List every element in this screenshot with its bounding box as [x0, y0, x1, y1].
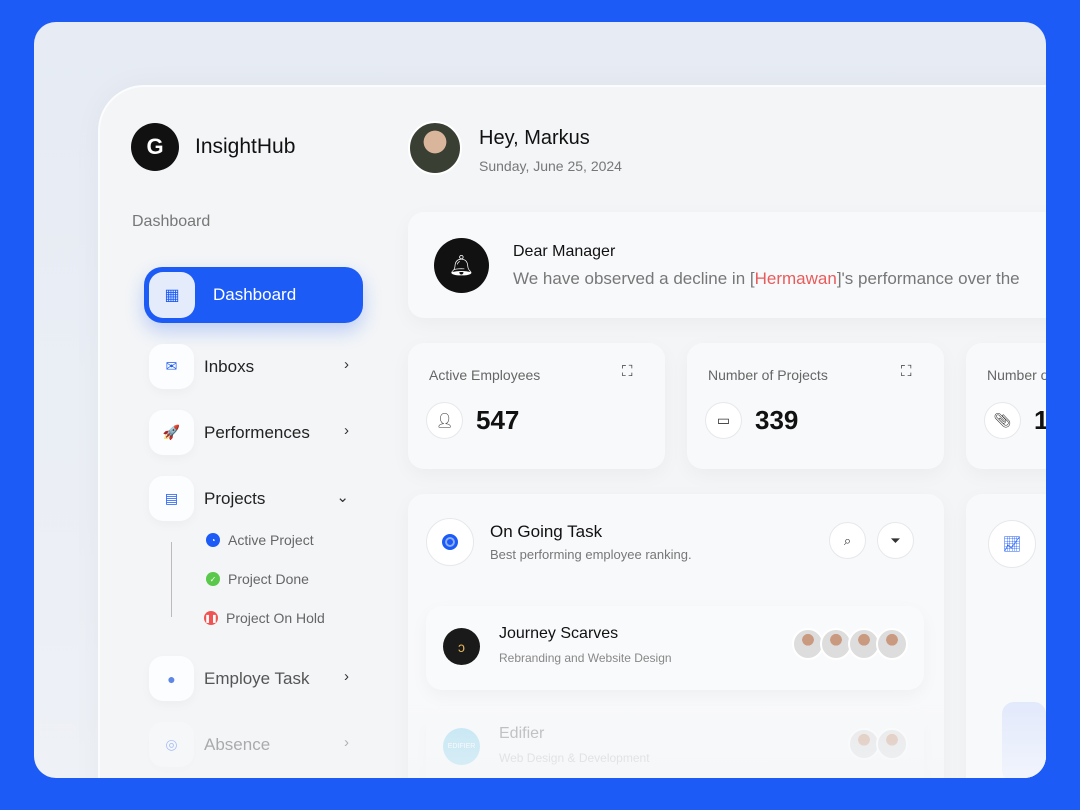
- expand-icon[interactable]: ⛶: [622, 363, 633, 380]
- chevron-right-icon: ›: [344, 356, 349, 373]
- sidebar-item-employe-task[interactable]: ● Employe Task ›: [149, 656, 359, 702]
- stat-card-number-of-projects[interactable]: Number of Projects ⛶ ▭ 339: [687, 343, 944, 469]
- sidebar-item-projects[interactable]: ▤ Projects ⌄: [149, 476, 359, 522]
- sidebar-item-label: Projects: [204, 489, 266, 508]
- chart-bar: [1002, 702, 1046, 778]
- notice-card[interactable]: 🔔︎ Dear Manager We have observed a decli…: [408, 212, 1046, 318]
- user-icon: ●: [149, 656, 194, 701]
- project-name: Edifier: [499, 725, 545, 742]
- sidebar-item-label: Inboxs: [204, 357, 255, 376]
- stat-title: Number o: [987, 367, 1046, 383]
- project-row[interactable]: ↄ Journey Scarves Rebranding and Website…: [426, 606, 924, 690]
- mail-icon: ✉: [149, 344, 194, 389]
- bell-icon: 🔔︎: [434, 238, 489, 293]
- notice-text: We have observed a decline in [: [513, 269, 755, 288]
- stat-card-active-employees[interactable]: Active Employees ⛶ 👤︎ 547: [408, 343, 665, 469]
- app-window: G InsightHub Dashboard ▦ Dashboard ✉ Inb…: [98, 85, 1046, 778]
- chevron-down-icon: ⌄: [336, 489, 349, 506]
- chevron-right-icon: ›: [344, 668, 349, 685]
- user-icon: 👤︎: [426, 402, 463, 439]
- avatar[interactable]: [408, 121, 462, 175]
- ongoing-task-card: On Going Task Best performing employee r…: [408, 494, 944, 778]
- project-icon: ▤: [149, 476, 194, 521]
- stat-value: 1: [1034, 405, 1046, 435]
- dashboard-icon: ▦: [149, 272, 195, 318]
- pause-icon: ❚❚: [204, 611, 218, 625]
- sidebar-item-label: Performences: [204, 423, 310, 442]
- notice-message: We have observed a decline in [Hermawan]…: [513, 269, 1020, 289]
- stat-value: 547: [476, 405, 520, 435]
- project-name: Journey Scarves: [499, 625, 619, 642]
- sidebar-section-label: Dashboard: [132, 213, 211, 230]
- expand-icon[interactable]: ⛶: [901, 363, 912, 380]
- sidebar-item-absence[interactable]: ◎ Absence ›: [149, 722, 359, 768]
- avatar: [876, 628, 908, 660]
- member-avatars: [792, 628, 908, 660]
- sidebar-item-label: Dashboard: [213, 285, 297, 304]
- clock-icon: ◔: [206, 533, 220, 547]
- project-desc: Rebranding and Website Design: [499, 651, 672, 665]
- greeting: Hey, Markus: [479, 127, 590, 149]
- sidebar-item-label: Employe Task: [204, 669, 310, 688]
- paperclip-icon: 📎︎: [984, 402, 1021, 439]
- filter-button[interactable]: ⏷: [877, 522, 914, 559]
- notice-text: ]'s performance over the: [836, 269, 1020, 288]
- stat-value: 339: [755, 405, 799, 435]
- member-avatars: [848, 728, 908, 760]
- sub-item-active-project[interactable]: ◔ Active Project: [206, 532, 314, 548]
- progress-icon: [426, 518, 474, 566]
- sidebar-item-inboxs[interactable]: ✉ Inboxs ›: [149, 344, 359, 390]
- stat-title: Active Employees: [429, 367, 541, 383]
- chevron-right-icon: ›: [344, 734, 349, 751]
- sidebar-item-performences[interactable]: 🚀 Performences ›: [149, 410, 359, 456]
- task-title: On Going Task: [490, 522, 603, 541]
- sub-item-project-done[interactable]: ✓ Project Done: [206, 571, 309, 587]
- sub-item-label: Active Project: [228, 532, 314, 548]
- project-row[interactable]: EDIFIER Edifier Web Design & Development: [426, 706, 924, 778]
- notice-employee-name: Hermawan: [754, 269, 837, 288]
- project-logo: ↄ: [443, 628, 480, 665]
- avatar: [876, 728, 908, 760]
- sub-item-project-on-hold[interactable]: ❚❚ Project On Hold: [204, 610, 325, 626]
- chevron-right-icon: ›: [344, 422, 349, 439]
- chart-card: 📈︎: [966, 494, 1046, 778]
- fingerprint-icon: ◎: [149, 722, 194, 767]
- logo-icon: G: [131, 123, 179, 171]
- stat-title: Number of Projects: [708, 367, 828, 383]
- project-desc: Web Design & Development: [499, 751, 650, 765]
- sidebar-item-dashboard[interactable]: ▦ Dashboard: [144, 267, 363, 323]
- sidebar-item-label: Absence: [204, 735, 271, 754]
- screenshot-frame: G InsightHub Dashboard ▦ Dashboard ✉ Inb…: [34, 22, 1046, 778]
- sub-item-label: Project On Hold: [226, 610, 325, 626]
- search-button[interactable]: ⌕: [829, 522, 866, 559]
- folder-icon: ▭: [705, 402, 742, 439]
- check-icon: ✓: [206, 572, 220, 586]
- project-logo: EDIFIER: [443, 728, 480, 765]
- brand-name: InsightHub: [195, 135, 296, 158]
- rocket-icon: 🚀: [149, 410, 194, 455]
- chart-icon: 📈︎: [988, 520, 1036, 568]
- current-date: Sunday, June 25, 2024: [479, 158, 622, 174]
- sub-item-label: Project Done: [228, 571, 309, 587]
- tree-line: [171, 542, 172, 617]
- stat-card-third[interactable]: Number o 📎︎ 1: [966, 343, 1046, 469]
- notice-title: Dear Manager: [513, 243, 616, 260]
- task-subtitle: Best performing employee ranking.: [490, 547, 692, 562]
